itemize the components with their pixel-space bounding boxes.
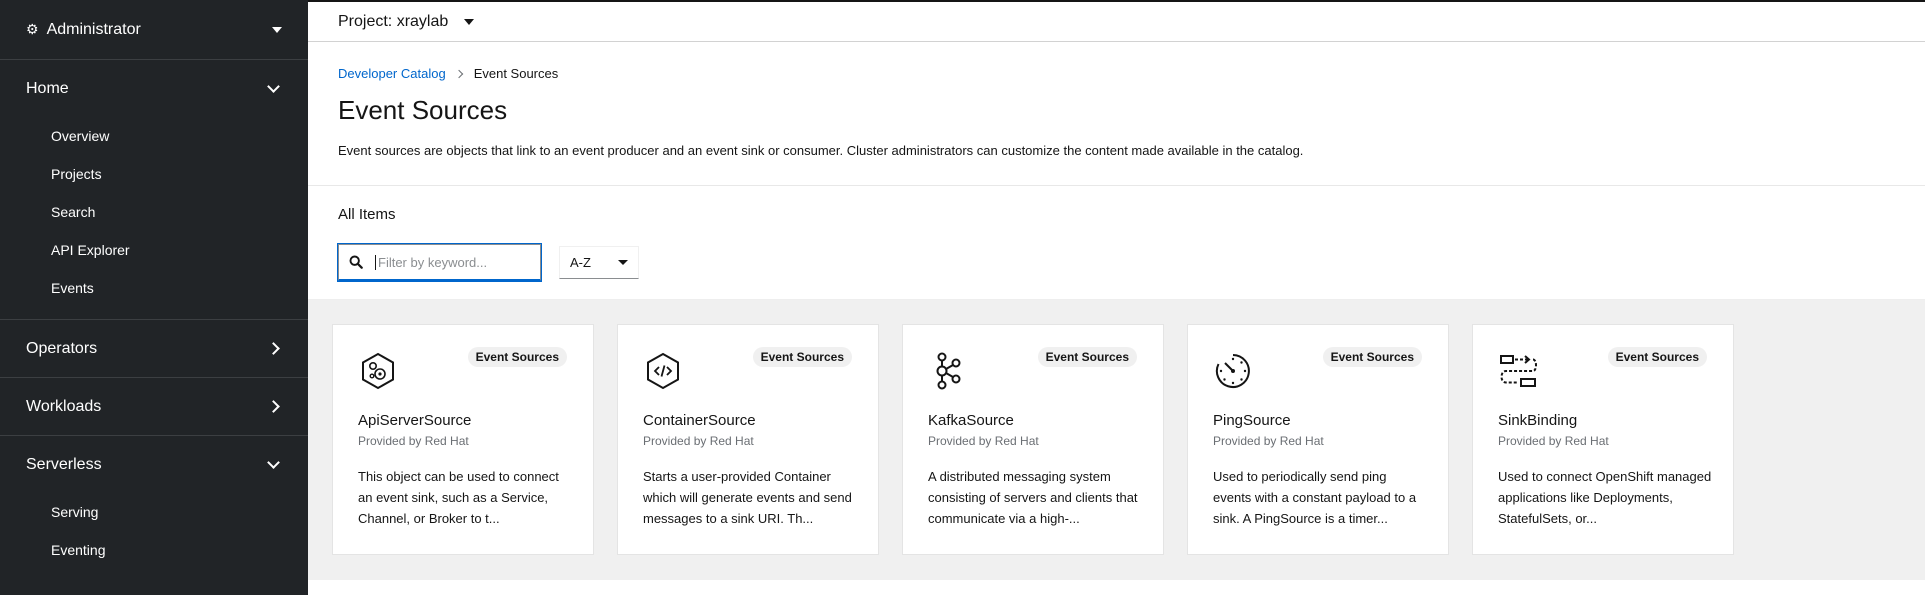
card-provider: Provided by Red Hat (643, 434, 754, 448)
catalog-card-sinkbinding[interactable]: Event Sources SinkBinding Provided by Re… (1472, 324, 1734, 555)
sinkbinding-icon (1500, 355, 1537, 387)
breadcrumb-link-developer-catalog[interactable]: Developer Catalog (338, 66, 446, 81)
sort-dropdown[interactable]: A-Z (559, 246, 639, 279)
container-icon (647, 352, 679, 390)
card-title: KafkaSource (928, 412, 1014, 429)
card-provider: Provided by Red Hat (928, 434, 1039, 448)
nav-serverless-label: Serverless (26, 455, 102, 473)
page-header: Developer Catalog Event Sources Event So… (308, 42, 1925, 186)
catalog-card-apiserversource[interactable]: Event Sources ApiServerSource Provided b… (332, 324, 594, 555)
search-icon (349, 255, 363, 269)
chevron-down-icon (267, 80, 280, 93)
nav-item-search[interactable]: Search (0, 193, 308, 231)
nav-section-home: Home Overview Projects Search API Explor… (0, 60, 308, 320)
keyword-filter-input[interactable] (375, 254, 525, 270)
card-title: ApiServerSource (358, 412, 472, 429)
nav-workloads-label: Workloads (26, 397, 102, 415)
nav-operators-label: Operators (26, 339, 98, 357)
nav-item-projects[interactable]: Projects (0, 155, 308, 193)
keyword-filter[interactable] (337, 243, 542, 282)
card-title: PingSource (1213, 412, 1291, 429)
card-description: This object can be used to connect an ev… (358, 469, 559, 526)
nav-item-eventing[interactable]: Eventing (0, 531, 308, 569)
card-badge: Event Sources (752, 347, 852, 367)
catalog-card-containersource[interactable]: Event Sources ContainerSource Provided b… (617, 324, 879, 555)
nav-section-operators: Operators (0, 320, 308, 378)
card-description: A distributed messaging system consistin… (928, 469, 1138, 526)
card-title: SinkBinding (1498, 412, 1578, 429)
nav-home-label: Home (26, 79, 69, 97)
nav-workloads-toggle[interactable]: Workloads (0, 378, 308, 435)
nav-item-api-explorer[interactable]: API Explorer (0, 231, 308, 269)
nav-section-serverless: Serverless Serving Eventing (0, 436, 308, 581)
sort-value: A-Z (570, 255, 591, 270)
nav-serverless-toggle[interactable]: Serverless (0, 436, 308, 493)
catalog-card-pingsource[interactable]: Event Sources PingSource Provided by Red… (1187, 324, 1449, 555)
ping-icon (1215, 354, 1250, 388)
main-content: Developer Catalog Event Sources Event So… (308, 42, 1925, 595)
nav-section-workloads: Workloads (0, 378, 308, 436)
sidebar: ⚙ Administrator Home Overview Projects S… (0, 0, 308, 595)
nav-item-events[interactable]: Events (0, 269, 308, 307)
card-badge: Event Sources (1037, 347, 1137, 367)
chevron-right-icon (267, 400, 280, 413)
caret-down-icon (272, 26, 282, 33)
card-provider: Provided by Red Hat (358, 434, 469, 448)
chevron-down-icon (267, 456, 280, 469)
breadcrumb-current: Event Sources (473, 66, 559, 81)
page-title: Event Sources (338, 95, 508, 125)
catalog-grid: Event Sources ApiServerSource Provided b… (308, 300, 1925, 580)
card-provider: Provided by Red Hat (1498, 434, 1609, 448)
catalog-toolbar: All Items A-Z (308, 186, 1925, 300)
nav-home-toggle[interactable]: Home (0, 60, 308, 117)
card-description: Starts a user-provided Container which w… (643, 469, 852, 526)
card-description: Used to connect OpenShift managed applic… (1498, 469, 1712, 526)
card-description: Used to periodically send ping events wi… (1213, 469, 1417, 526)
all-items-heading: All Items (338, 206, 396, 223)
caret-down-icon[interactable] (464, 18, 475, 25)
chevron-right-icon (267, 342, 280, 355)
perspective-switcher[interactable]: ⚙ Administrator (0, 0, 308, 60)
gears-icon: ⚙ (26, 21, 39, 37)
nav-item-serving[interactable]: Serving (0, 493, 308, 531)
card-badge: Event Sources (1322, 347, 1422, 367)
card-provider: Provided by Red Hat (1213, 434, 1324, 448)
project-selector-label[interactable]: Project: xraylab (338, 13, 448, 31)
nav-operators-toggle[interactable]: Operators (0, 320, 308, 377)
caret-down-icon (618, 260, 628, 265)
kafka-icon (936, 352, 961, 390)
card-badge: Event Sources (1607, 347, 1707, 367)
project-bar: Project: xraylab (308, 0, 1925, 42)
card-badge: Event Sources (467, 347, 567, 367)
catalog-card-kafkasource[interactable]: Event Sources KafkaSource Provided by Re… (902, 324, 1164, 555)
chevron-right-icon (454, 69, 463, 78)
breadcrumb: Developer Catalog Event Sources (338, 66, 1895, 81)
nav-item-overview[interactable]: Overview (0, 117, 308, 155)
page-description: Event sources are objects that link to a… (338, 143, 1304, 158)
apiserver-icon (362, 352, 394, 390)
perspective-title: Administrator (46, 20, 141, 38)
card-title: ContainerSource (643, 412, 756, 429)
